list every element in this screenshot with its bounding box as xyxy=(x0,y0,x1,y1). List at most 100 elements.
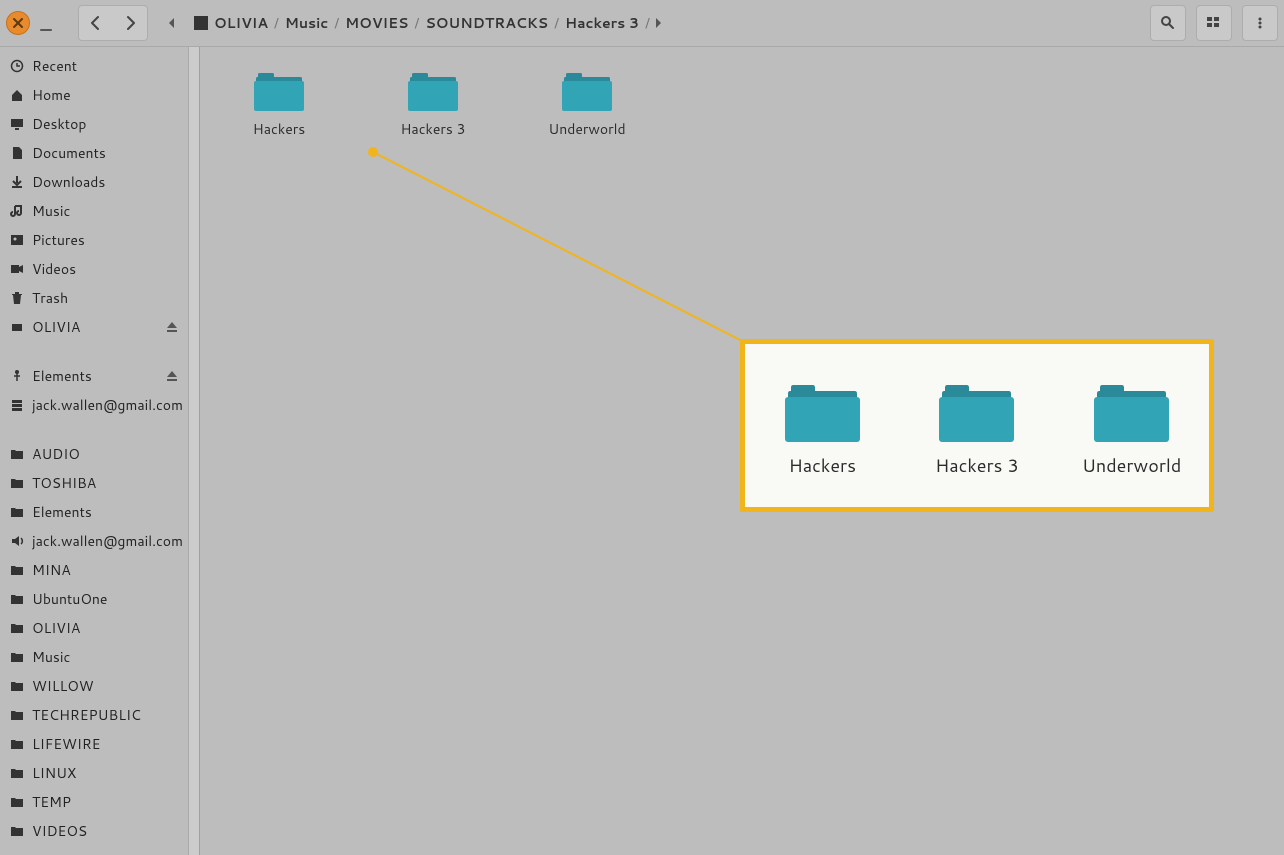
home-icon xyxy=(10,88,24,102)
sidebar-item[interactable]: Elements xyxy=(0,497,188,526)
sidebar-item-label: VIDEOS xyxy=(32,821,87,841)
folder-icon xyxy=(10,505,24,519)
sidebar-item[interactable]: VIDEOS xyxy=(0,816,188,845)
folder-icon xyxy=(10,795,24,809)
breadcrumb-item[interactable]: SOUNDTRACKS xyxy=(415,6,558,40)
window-minimize-button[interactable] xyxy=(40,29,52,31)
breadcrumb-item[interactable]: Music xyxy=(275,6,338,40)
sidebar-item-label: OLIVIA xyxy=(32,618,80,638)
sidebar-item[interactable]: TOSHIBA xyxy=(0,468,188,497)
nav-buttons xyxy=(78,5,148,41)
callout-folder-item: Hackers xyxy=(762,373,882,478)
sidebar-item[interactable]: Videos xyxy=(0,254,188,283)
sidebar-item-label: Videos xyxy=(32,259,76,279)
sidebar-item-label: AUDIO xyxy=(32,444,80,464)
folder-icon xyxy=(10,592,24,606)
sidebar-item-label: Music xyxy=(32,201,70,221)
sidebar-item[interactable]: UbuntuOne xyxy=(0,584,188,613)
music-icon xyxy=(10,204,24,218)
sidebar-item[interactable]: TECHREPUBLIC xyxy=(0,700,188,729)
sidebar-item[interactable]: WILLOW xyxy=(0,671,188,700)
folder-icon xyxy=(10,679,24,693)
sidebar-item[interactable]: jack.wallen@gmail.com xyxy=(0,526,188,555)
window-close-button[interactable] xyxy=(6,11,30,35)
sidebar-item-label: Downloads xyxy=(32,172,105,192)
sidebar-item[interactable]: MINA xyxy=(0,555,188,584)
sidebar-item[interactable]: Trash xyxy=(0,283,188,312)
sidebar-item-label: Documents xyxy=(32,143,106,163)
eject-icon[interactable] xyxy=(164,369,178,383)
breadcrumb-item[interactable]: MOVIES xyxy=(335,6,418,40)
folder-icon xyxy=(785,373,860,442)
folder-icon xyxy=(10,650,24,664)
folder-icon xyxy=(10,563,24,577)
breadcrumb-item[interactable]: Hackers 3 xyxy=(555,6,649,40)
toolbar: OLIVIA/Music/MOVIES/SOUNDTRACKS/Hackers … xyxy=(0,0,1284,47)
zoom-callout: Hackers Hackers 3 Underworld xyxy=(740,339,1214,512)
trash-icon xyxy=(10,291,24,305)
sidebar-item-label: TOSHIBA xyxy=(32,473,96,493)
sidebar-item[interactable]: Music xyxy=(0,642,188,671)
sidebar-item-label: LIFEWIRE xyxy=(32,734,100,754)
folder-item[interactable]: Hackers 3 xyxy=(388,65,478,139)
sidebar-item[interactable]: LINUX xyxy=(0,758,188,787)
callout-connector-line xyxy=(370,147,750,347)
sidebar-item[interactable]: TEMP xyxy=(0,787,188,816)
sidebar-item[interactable]: Recent xyxy=(0,51,188,80)
folder-icon xyxy=(10,447,24,461)
sidebar-item[interactable]: Documents xyxy=(0,138,188,167)
sidebar-item[interactable]: AUDIO xyxy=(0,439,188,468)
folder-item[interactable]: Hackers xyxy=(234,65,324,139)
breadcrumb-scroll-right[interactable] xyxy=(646,6,670,40)
sidebar-item-label: UbuntuOne xyxy=(32,589,107,609)
folder-item[interactable]: Underworld xyxy=(542,65,632,139)
content-area[interactable]: HackersHackers 3Underworld HackersHacker… xyxy=(200,47,1284,855)
hamburger-menu-button[interactable] xyxy=(1242,5,1278,41)
sidebar-item[interactable]: Elements xyxy=(0,361,188,390)
breadcrumb-item[interactable]: OLIVIA xyxy=(184,6,278,40)
main: Recent Home Desktop Documents Downloads Music… xyxy=(0,47,1284,855)
view-mode-button[interactable] xyxy=(1196,5,1232,41)
sidebar-item-label: LINUX xyxy=(32,763,76,783)
folder-icon xyxy=(939,373,1014,442)
sidebar-item[interactable]: Pictures xyxy=(0,225,188,254)
sidebar-item-label: jack.wallen@gmail.com xyxy=(32,531,183,551)
folder-icon xyxy=(10,737,24,751)
sidebar-item-label: WILLOW xyxy=(32,676,94,696)
sidebar-item-label: OLIVIA xyxy=(32,317,80,337)
video-icon xyxy=(10,262,24,276)
sidebar-item-label: Home xyxy=(32,85,71,105)
forward-button[interactable] xyxy=(113,6,147,40)
folder-label: Underworld xyxy=(548,119,625,139)
server-icon xyxy=(10,398,24,412)
sidebar-item-label: Music xyxy=(32,647,70,667)
sidebar-item[interactable]: Downloads xyxy=(0,167,188,196)
folder-icon xyxy=(10,824,24,838)
folder-icon xyxy=(10,476,24,490)
sidebar-item[interactable]: Music xyxy=(0,196,188,225)
sidebar-item-label: jack.wallen@gmail.com xyxy=(32,395,183,415)
folder-icon xyxy=(254,65,304,111)
sidebar-item-label: Trash xyxy=(32,288,68,308)
folder-icon xyxy=(562,65,612,111)
search-button[interactable] xyxy=(1150,5,1186,41)
sidebar-item[interactable]: LIFEWIRE xyxy=(0,729,188,758)
folder-icon xyxy=(408,65,458,111)
speaker-icon xyxy=(10,534,24,548)
sidebar-item[interactable]: jack.wallen@gmail.com xyxy=(0,390,188,419)
sidebar-scrollbar[interactable] xyxy=(189,47,200,855)
folder-label: Hackers 3 xyxy=(935,452,1019,478)
clock-icon xyxy=(10,59,24,73)
sidebar-item[interactable]: Home xyxy=(0,80,188,109)
sidebar-item[interactable]: OLIVIA xyxy=(0,312,188,341)
pic-icon xyxy=(10,233,24,247)
sidebar-item[interactable]: Desktop xyxy=(0,109,188,138)
back-button[interactable] xyxy=(79,6,113,40)
usb-icon xyxy=(10,369,24,383)
sidebar-item[interactable]: OLIVIA xyxy=(0,613,188,642)
folder-label: Underworld xyxy=(1082,452,1181,478)
folder-label: Hackers 3 xyxy=(400,119,465,139)
sidebar-item-label: Elements xyxy=(32,502,92,522)
breadcrumb-scroll-left[interactable] xyxy=(160,6,184,40)
eject-icon[interactable] xyxy=(164,320,178,334)
